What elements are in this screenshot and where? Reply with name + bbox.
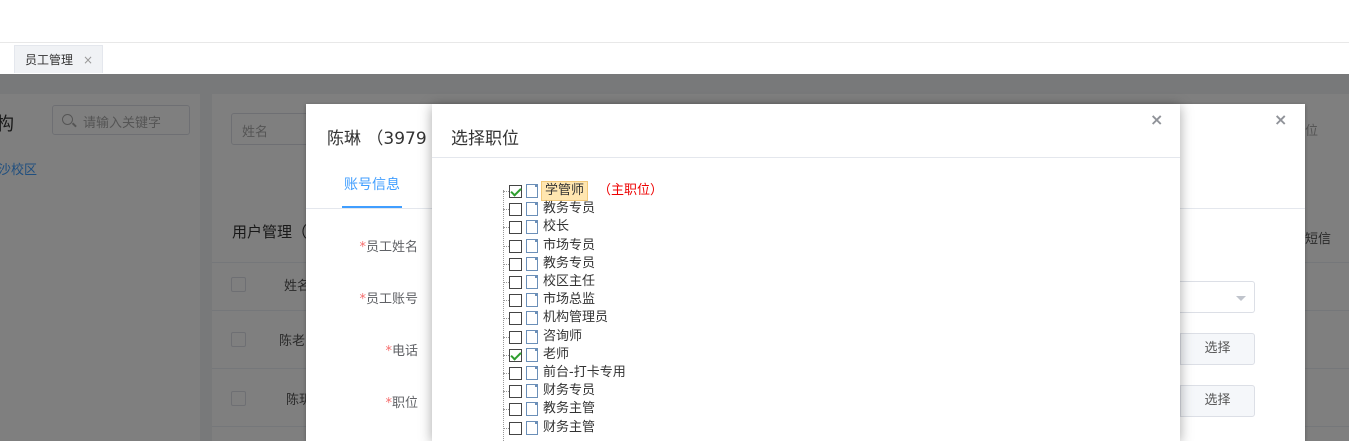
position-tree-item[interactable]: 教务主管 (503, 400, 903, 418)
position-label[interactable]: 财务专员 (543, 382, 595, 400)
position-label[interactable]: 教务专员 (543, 255, 595, 273)
position-tree-item[interactable]: 老师 (503, 346, 903, 364)
position-label[interactable]: 教务主管 (543, 400, 595, 418)
document-icon (526, 420, 538, 435)
chevron-down-icon (1236, 296, 1246, 301)
account-select[interactable] (1180, 281, 1255, 313)
document-icon (526, 202, 538, 217)
field-label-text: 电话 (391, 344, 418, 359)
field-label-text: 职位 (391, 396, 418, 411)
employee-dialog-title: 陈琳 （3979 (327, 129, 427, 149)
position-tree-item[interactable]: 机构管理员 (503, 309, 903, 327)
document-icon (526, 384, 538, 399)
position-label[interactable]: 校区主任 (543, 273, 595, 291)
checkbox-unchecked[interactable] (509, 294, 522, 308)
field-label-employee-name: *员工姓名 (308, 236, 418, 255)
field-label-position: *职位 (308, 392, 418, 411)
position-label[interactable]: 教务专员 (543, 200, 595, 218)
checkbox-unchecked[interactable] (509, 312, 522, 326)
position-label[interactable]: 财务主管 (543, 419, 595, 437)
select-button[interactable]: 选择 (1180, 333, 1255, 365)
position-tree-item[interactable]: 教务专员 (503, 255, 903, 273)
position-tree-item[interactable]: 咨询师 (503, 328, 903, 346)
field-label-text: 员工账号 (365, 292, 418, 307)
tab-account-info[interactable]: 账号信息 (344, 174, 400, 194)
document-icon (526, 220, 538, 235)
top-header (0, 0, 1349, 43)
tab-label: 员工管理 (25, 53, 74, 67)
document-icon (526, 311, 538, 326)
document-icon (526, 256, 538, 271)
document-icon (526, 329, 538, 344)
checkbox-unchecked[interactable] (509, 203, 522, 217)
document-icon (526, 238, 538, 253)
checkbox-checked[interactable] (509, 348, 522, 362)
position-label[interactable]: 机构管理员 (543, 309, 608, 327)
document-icon (526, 402, 538, 417)
position-tree-item[interactable]: 市场专员 (503, 237, 903, 255)
document-icon (526, 275, 538, 289)
field-label-phone: *电话 (308, 340, 418, 359)
position-label[interactable]: 校长 (543, 218, 569, 236)
position-label[interactable]: 学管师 (541, 181, 589, 201)
close-icon[interactable]: × (1274, 110, 1287, 129)
tab-employee-management[interactable]: 员工管理 × (14, 45, 103, 73)
checkbox-unchecked[interactable] (509, 221, 522, 235)
position-label[interactable]: 咨询师 (543, 328, 582, 346)
checkbox-checked[interactable] (509, 185, 522, 198)
document-icon (526, 347, 538, 362)
checkbox-unchecked[interactable] (509, 421, 522, 435)
checkbox-unchecked[interactable] (509, 330, 522, 344)
field-label-employee-account: *员工账号 (308, 288, 418, 307)
position-tree-item[interactable]: 学管师 （主职位） (503, 181, 903, 201)
primary-position-badge: （主职位） (598, 183, 664, 198)
field-label-text: 员工姓名 (365, 240, 418, 255)
checkbox-unchecked[interactable] (509, 367, 522, 380)
checkbox-unchecked[interactable] (509, 385, 522, 399)
position-label[interactable]: 老师 (543, 346, 569, 364)
position-tree-item[interactable]: 校区主任 (503, 273, 903, 291)
position-tree-item[interactable]: 教务专员 (503, 200, 903, 218)
position-label[interactable]: 前台-打卡专用 (543, 364, 626, 382)
position-tree-item[interactable]: 市场总监 (503, 291, 903, 309)
tab-strip: 员工管理 × (0, 43, 1349, 74)
document-icon (526, 293, 538, 308)
checkbox-unchecked[interactable] (509, 257, 522, 271)
close-icon[interactable]: × (1150, 110, 1163, 129)
position-label[interactable]: 市场专员 (543, 237, 595, 255)
document-icon (526, 366, 538, 380)
position-label[interactable]: 市场总监 (543, 291, 595, 309)
close-icon[interactable]: × (83, 46, 93, 74)
position-tree-item[interactable]: 校长 (503, 218, 903, 236)
position-tree-item[interactable]: 前台-打卡专用 (503, 364, 903, 382)
position-tree-item[interactable]: 财务主管 (503, 419, 903, 437)
position-tree-item[interactable]: 财务专员 (503, 382, 903, 400)
checkbox-unchecked[interactable] (509, 403, 522, 417)
select-position-dialog-title: 选择职位 (451, 129, 519, 149)
checkbox-unchecked[interactable] (509, 239, 522, 253)
select-position-button[interactable]: 选择 (1180, 385, 1255, 417)
dialog-divider (432, 157, 1180, 158)
checkbox-unchecked[interactable] (509, 276, 522, 289)
document-icon (526, 184, 538, 198)
